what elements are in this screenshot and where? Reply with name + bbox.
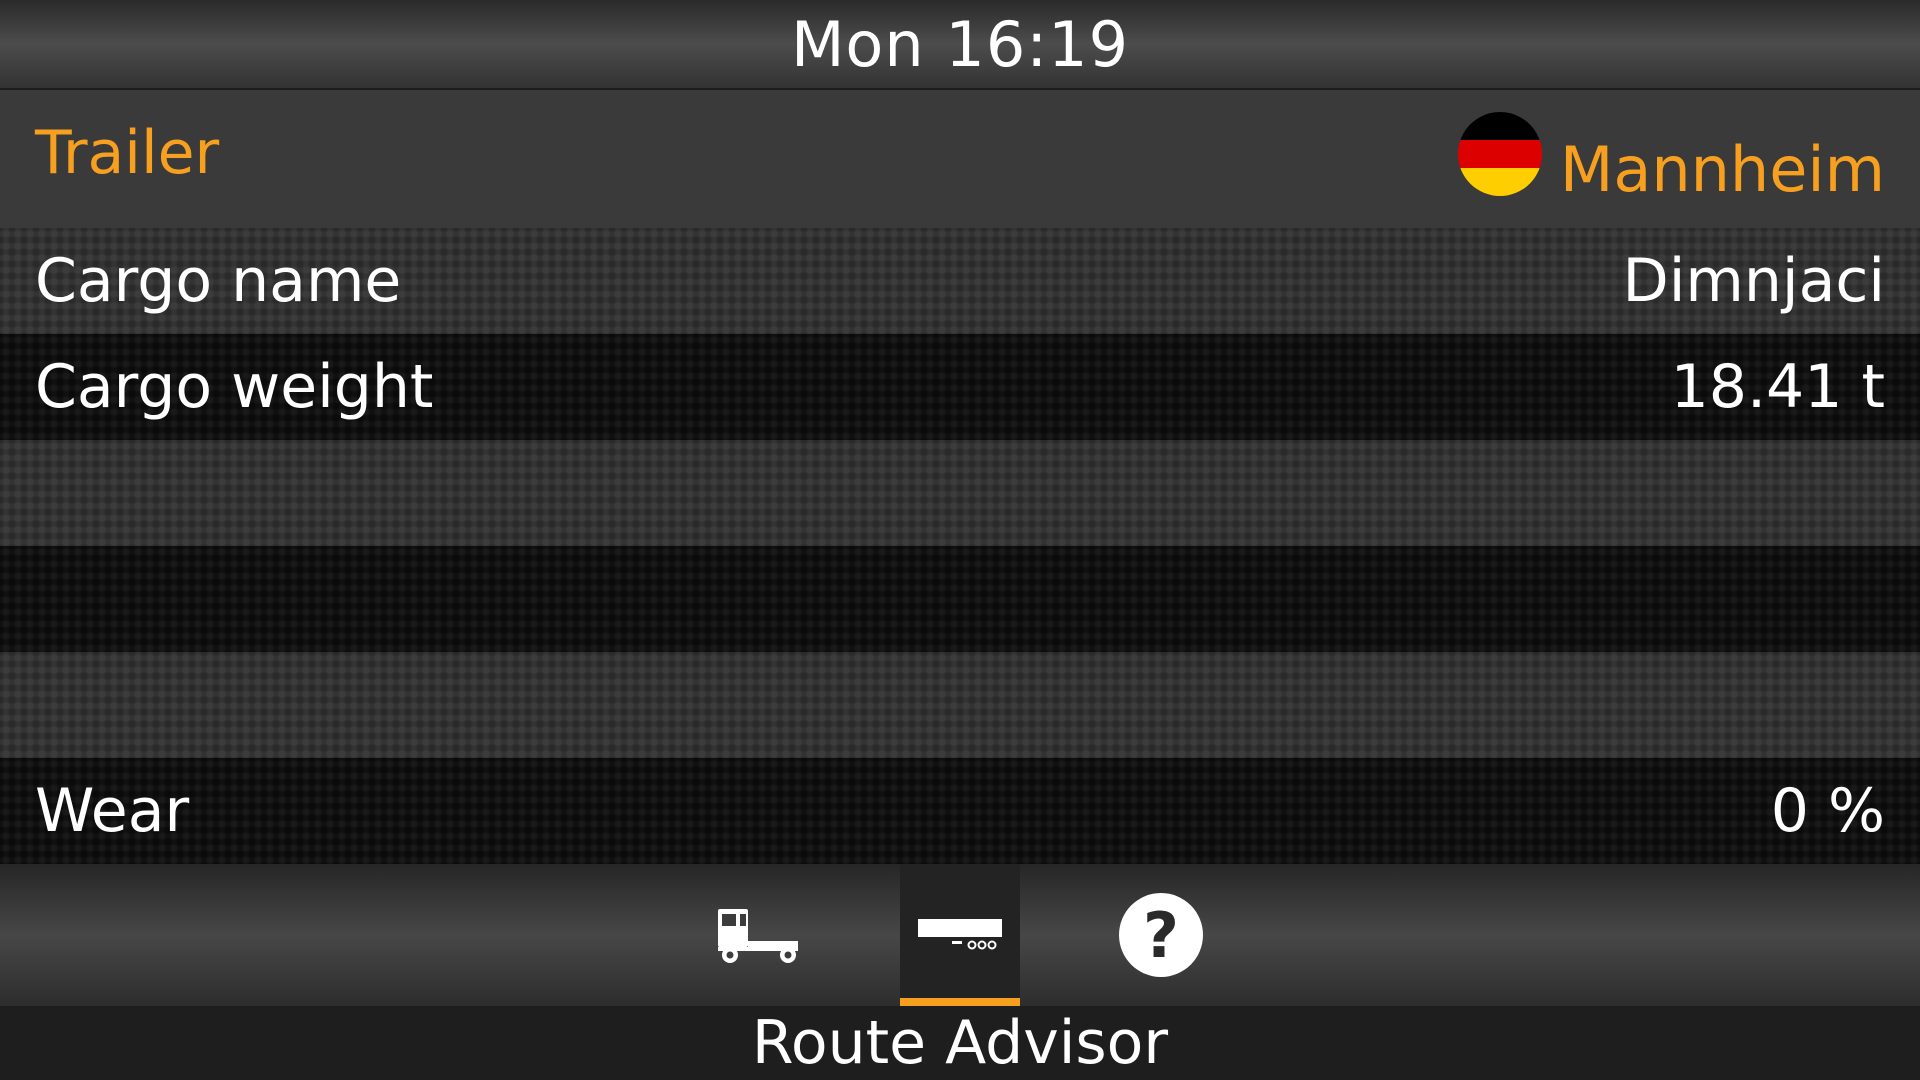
row-value: 18.41 t [1670, 352, 1885, 422]
info-row-wear: Wear 0 % [0, 758, 1920, 864]
tab-truck[interactable] [698, 864, 818, 1006]
destination-city: Mannheim [1559, 132, 1885, 206]
tab-help[interactable]: ? [1101, 864, 1221, 1006]
info-row-empty [0, 440, 1920, 546]
info-row-cargo-name: Cargo name Dimnjaci [0, 228, 1920, 334]
row-label: Cargo name [35, 246, 402, 316]
page-title: Trailer [35, 118, 220, 188]
route-advisor-screen: Mon 16:19 Trailer Mannheim Cargo name Di… [0, 0, 1920, 1080]
info-row-empty [0, 652, 1920, 758]
help-icon: ? [1119, 893, 1203, 977]
destination: Mannheim [1457, 112, 1885, 212]
trailer-header: Trailer Mannheim [0, 90, 1920, 228]
active-tab-indicator [900, 998, 1020, 1006]
tab-trailer[interactable] [900, 864, 1020, 1006]
info-row-cargo-weight: Cargo weight 18.41 t [0, 334, 1920, 440]
help-glyph: ? [1143, 898, 1179, 972]
info-row-empty [0, 546, 1920, 652]
footer-bar: Route Advisor [0, 1006, 1920, 1080]
row-label: Wear [35, 776, 190, 846]
row-value: Dimnjaci [1622, 246, 1885, 316]
game-clock: Mon 16:19 [790, 7, 1130, 81]
trailer-info-list: Cargo name Dimnjaci Cargo weight 18.41 t… [0, 228, 1920, 864]
truck-icon [718, 909, 798, 963]
germany-flag-icon [1457, 112, 1542, 196]
row-value: 0 % [1770, 776, 1885, 846]
trailer-icon [918, 919, 1002, 950]
top-bar: Mon 16:19 [0, 0, 1920, 90]
route-advisor-tabs: ? [0, 864, 1920, 1006]
row-label: Cargo weight [35, 352, 434, 422]
footer-title: Route Advisor [751, 1008, 1169, 1078]
